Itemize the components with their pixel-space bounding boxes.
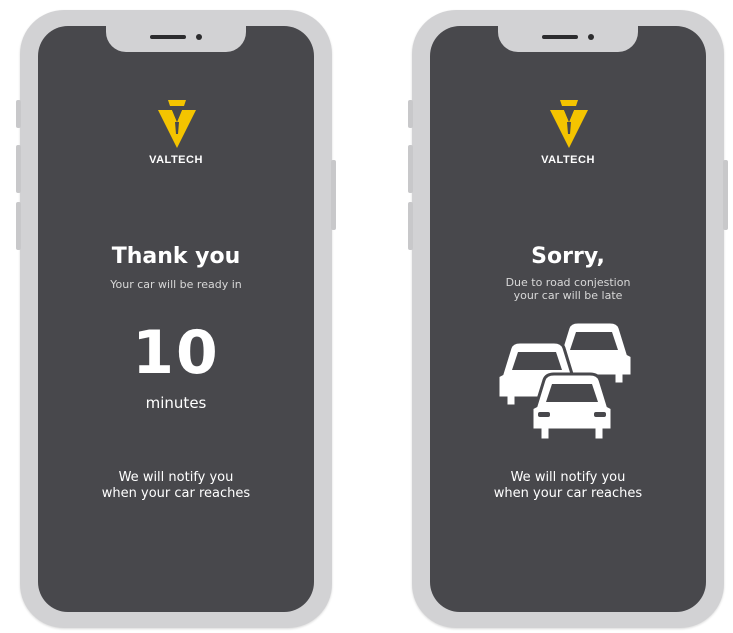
phone-mockup-ready: VALTECH Thank you Your car will be ready… — [16, 10, 336, 628]
volume-down-button — [16, 202, 21, 250]
volume-up-button — [408, 145, 413, 193]
notify-line: when your car reaches — [493, 486, 643, 501]
power-button — [331, 160, 336, 230]
subtitle-line: your car will be late — [513, 289, 623, 302]
traffic-jam-cars-icon — [498, 320, 634, 442]
notify-message: We will notify you when your car reaches — [430, 470, 706, 502]
notify-line: We will notify you — [510, 470, 626, 485]
subtitle: Due to road conjestion your car will be … — [430, 276, 706, 302]
mute-switch — [16, 100, 21, 128]
countdown-unit: minutes — [145, 394, 207, 412]
notify-line: when your car reaches — [101, 486, 251, 501]
notch — [106, 26, 246, 52]
brand-name: VALTECH — [541, 154, 595, 166]
subtitle-line: Due to road conjestion — [505, 276, 631, 289]
power-button — [723, 160, 728, 230]
notify-line: We will notify you — [118, 470, 234, 485]
page-title: Sorry, — [531, 244, 605, 269]
notify-message: We will notify you when your car reaches — [38, 470, 314, 502]
brand-logo: VALTECH — [38, 98, 314, 178]
volume-up-button — [16, 145, 21, 193]
brand-name: VALTECH — [149, 154, 203, 166]
subtitle-line: Your car will be ready in — [110, 278, 242, 291]
mute-switch — [408, 100, 413, 128]
front-camera — [588, 34, 594, 40]
valtech-valet-icon — [550, 100, 588, 148]
countdown-value: 10 — [132, 318, 220, 388]
screen-delay: VALTECH Sorry, Due to road conjestion yo… — [430, 26, 706, 612]
speaker-grille — [150, 35, 186, 39]
volume-down-button — [408, 202, 413, 250]
screen-ready: VALTECH Thank you Your car will be ready… — [38, 26, 314, 612]
notch — [498, 26, 638, 52]
front-camera — [196, 34, 202, 40]
subtitle: Your car will be ready in — [38, 278, 314, 291]
valtech-valet-icon — [158, 100, 196, 148]
phone-mockup-delay: VALTECH Sorry, Due to road conjestion yo… — [408, 10, 728, 628]
speaker-grille — [542, 35, 578, 39]
page-title: Thank you — [111, 244, 241, 269]
brand-logo: VALTECH — [430, 98, 706, 178]
